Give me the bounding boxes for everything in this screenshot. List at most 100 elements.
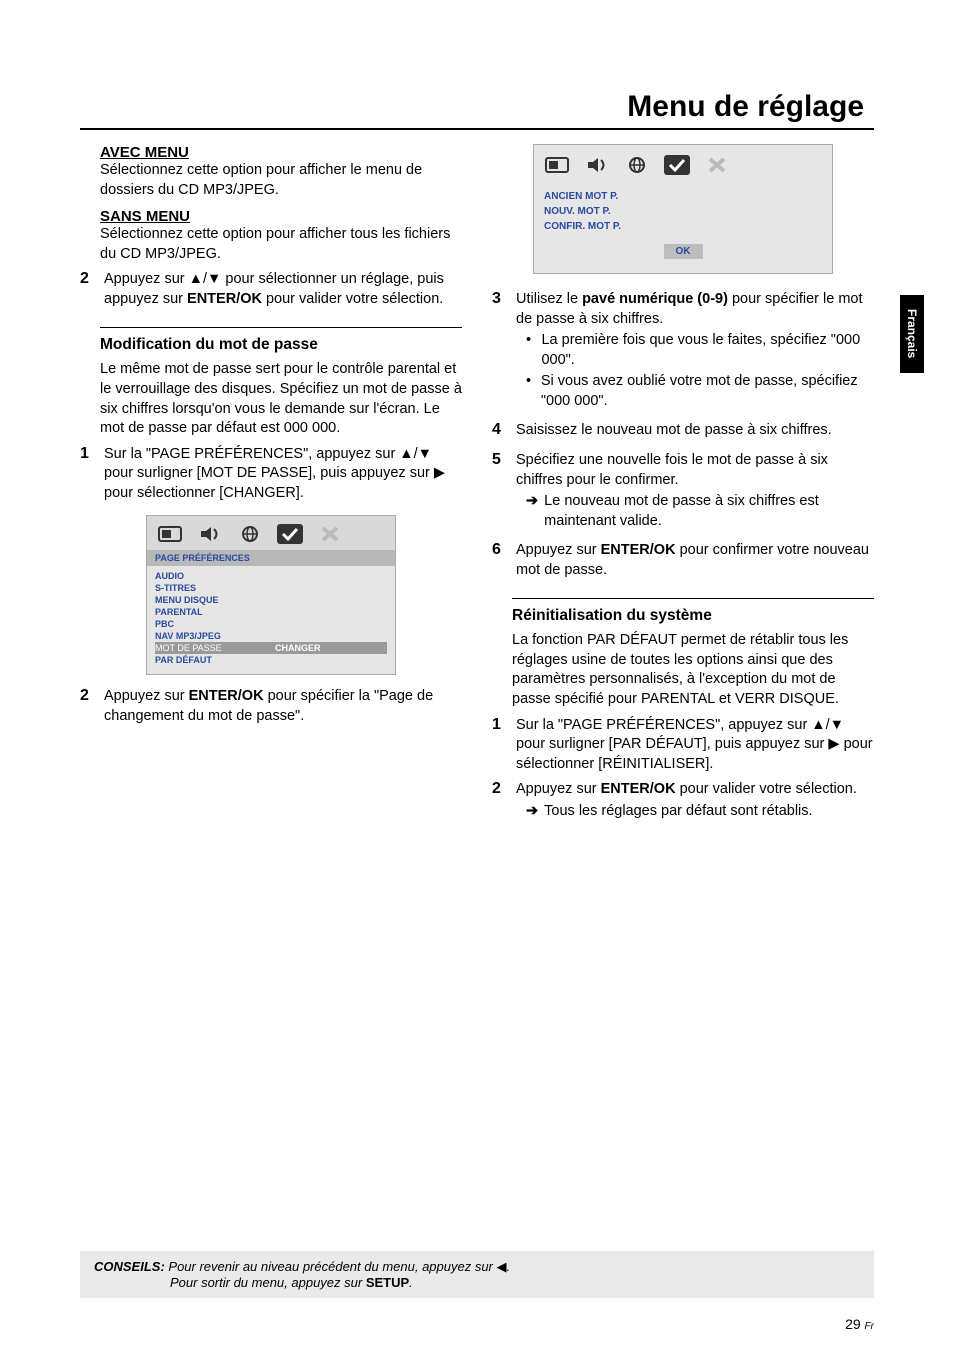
enter-ok-label: ENTER/OK [187,291,262,307]
reinit-step-2: 2 Appuyez sur ENTER/OK pour valider votr… [492,780,874,821]
mod-heading: Modification du mot de passe [100,336,462,354]
arrow-text: Tous les réglages par défaut sont rétabl… [544,802,812,822]
text: . [507,1259,511,1274]
right-icon: ▶ [434,465,445,481]
osd-hl-right: CHANGER [275,643,321,653]
bullet-dot: • [526,372,533,411]
text: Sur la "PAGE PRÉFÉRENCES", appuyez sur [104,446,399,462]
speaker-icon [197,524,223,544]
bullet-text: La première fois que vous le faites, spé… [541,331,874,370]
mod-body: Le même mot de passe sert pour le contrô… [100,360,462,438]
section-rule [512,598,874,599]
text: pour surligner [PAR DÉFAUT], puis appuye… [516,736,828,752]
osd-item: NAV MP3/JPEG [155,630,387,642]
text: Pour sortir du menu, appuyez sur [170,1275,366,1290]
osd-item: AUDIO [155,570,387,582]
check-icon [277,524,303,544]
osd-item: PBC [155,618,387,630]
step-number: 4 [492,421,506,441]
step-body: Saisissez le nouveau mot de passe à six … [516,421,874,441]
text: pour valider votre sélection. [676,781,857,797]
arrow-icon: ➔ [526,492,538,531]
tv-icon [157,524,183,544]
avec-menu-heading: AVEC MENU [100,144,462,161]
osd2-labels: ANCIEN MOT P. NOUV. MOT P. CONFIR. MOT P… [544,185,822,234]
osd-icon-row [147,516,395,550]
updown-icon: ▲/▼ [399,446,432,462]
text: Spécifiez une nouvelle fois le mot de pa… [516,452,828,488]
tips-line-1: CONSEILS: Pour revenir au niveau précéde… [94,1259,860,1275]
osd-preferences: PAGE PRÉFÉRENCES AUDIO S-TITRES MENU DIS… [146,515,396,675]
reinit-block: Réinitialisation du système La fonction … [512,607,874,709]
setup-label: SETUP [366,1275,409,1290]
text: pour sélectionner [CHANGER]. [104,485,304,501]
right-column: ANCIEN MOT P. NOUV. MOT P. CONFIR. MOT P… [492,144,874,821]
step-number: 2 [80,270,94,309]
close-icon [704,155,730,175]
bullet-text: Si vous avez oublié votre mot de passe, … [541,372,874,411]
step-body: Utilisez le pavé numérique (0-9) pour sp… [516,290,874,411]
arrow-note: ➔Le nouveau mot de passe à six chiffres … [526,492,874,531]
speaker-icon [584,155,610,175]
avec-block: AVEC MENU Sélectionnez cette option pour… [100,144,462,200]
globe-icon [237,524,263,544]
step-body: Appuyez sur ENTER/OK pour valider votre … [516,780,874,821]
osd-section-label: PAGE PRÉFÉRENCES [147,550,395,566]
globe-icon [624,155,650,175]
enter-ok-label: ENTER/OK [189,688,264,704]
sans-menu-heading: SANS MENU [100,208,462,225]
keypad-label: pavé numérique (0-9) [582,291,728,307]
arrow-note: ➔ Tous les réglages par défaut sont rétab… [526,802,874,822]
osd-hl-left: MOT DE PASSE [155,643,275,653]
right-step-5: 5 Spécifiez une nouvelle fois le mot de … [492,451,874,531]
page: Menu de réglage Français AVEC MENU Sélec… [0,0,954,1368]
step-body: Spécifiez une nouvelle fois le mot de pa… [516,451,874,531]
step-number: 3 [492,290,506,411]
page-number: 29 Fr [845,1316,874,1332]
step-body: Sur la "PAGE PRÉFÉRENCES", appuyez sur ▲… [104,445,462,504]
step-body: Appuyez sur ENTER/OK pour spécifier la "… [104,687,462,726]
text: pour valider votre sélection. [262,291,443,307]
close-icon [317,524,343,544]
text: Pour revenir au niveau précédent du menu… [165,1259,497,1274]
enter-ok-label: ENTER/OK [601,542,676,558]
updown-icon: ▲/▼ [811,717,844,733]
page-number-value: 29 [845,1316,861,1332]
step-number: 6 [492,541,506,580]
arrow-icon: ➔ [526,802,538,822]
step-body: Appuyez sur ▲/▼ pour sélectionner un rég… [104,270,462,309]
step-number: 5 [492,451,506,531]
tv-icon [544,155,570,175]
mod-block: Modification du mot de passe Le même mot… [100,336,462,438]
mod-step-2: 2 Appuyez sur ENTER/OK pour spécifier la… [80,687,462,726]
reinit-heading: Réinitialisation du système [512,607,874,625]
step-number: 1 [80,445,94,504]
osd2-label: CONFIR. MOT P. [544,219,822,234]
check-icon [664,155,690,175]
step-body: Appuyez sur ENTER/OK pour confirmer votr… [516,541,874,580]
step-number: 1 [492,716,506,775]
text: Utilisez le [516,291,582,307]
right-step-4: 4 Saisissez le nouveau mot de passe à si… [492,421,874,441]
sans-block: SANS MENU Sélectionnez cette option pour… [100,208,462,264]
left-icon: ◀ [497,1259,507,1274]
ok-button: OK [664,244,703,259]
updown-icon: ▲/▼ [189,271,222,287]
mod-step-1: 1 Sur la "PAGE PRÉFÉRENCES", appuyez sur… [80,445,462,504]
step-number: 2 [80,687,94,726]
right-step-3: 3 Utilisez le pavé numérique (0-9) pour … [492,290,874,411]
text: Appuyez sur [104,271,189,287]
right-step-6: 6 Appuyez sur ENTER/OK pour confirmer vo… [492,541,874,580]
osd-icon-row [544,155,822,185]
tips-line-2: Pour sortir du menu, appuyez sur SETUP. [94,1275,860,1290]
language-tab: Français [900,295,924,373]
sans-menu-body: Sélectionnez cette option pour afficher … [100,225,462,264]
step-body: Sur la "PAGE PRÉFÉRENCES", appuyez sur ▲… [516,716,874,775]
osd-item-highlighted: MOT DE PASSE CHANGER [155,642,387,654]
tips-box: CONSEILS: Pour revenir au niveau précéde… [80,1251,874,1298]
text: Appuyez sur [516,542,601,558]
osd-item: MENU DISQUE [155,594,387,606]
reinit-body: La fonction PAR DÉFAUT permet de rétabli… [512,631,874,709]
osd-item: PAR DÉFAUT [155,654,387,666]
osd-password: ANCIEN MOT P. NOUV. MOT P. CONFIR. MOT P… [533,144,833,274]
